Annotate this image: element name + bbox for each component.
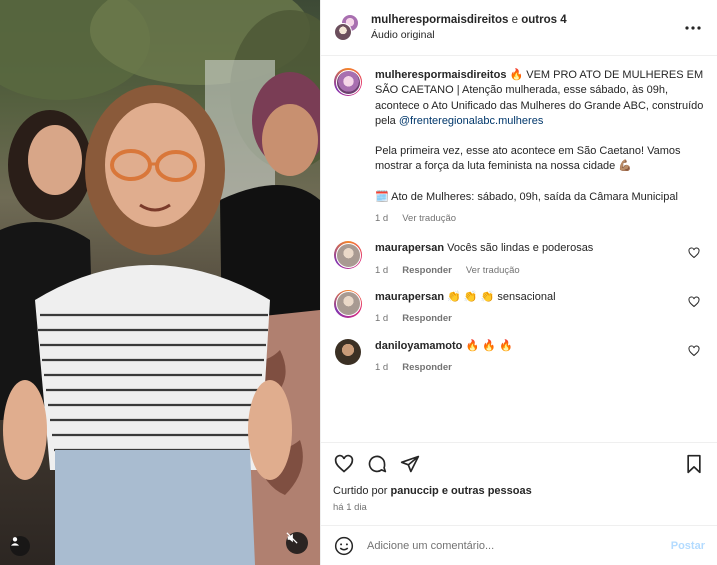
account-link[interactable]: mulherespormaisdireitos: [371, 14, 508, 26]
avatar: [335, 291, 361, 317]
heart-icon: [334, 454, 354, 473]
share-button[interactable]: [399, 453, 421, 475]
save-button[interactable]: [683, 453, 705, 475]
collab-connector: e: [511, 14, 519, 26]
caption-username[interactable]: mulherespormaisdireitos: [375, 69, 506, 81]
see-translation-link[interactable]: Ver tradução: [402, 211, 456, 226]
timestamp: 1 d: [375, 213, 389, 225]
comment-content: daniloyamamoto 🔥 🔥 🔥 1 d Responder: [375, 339, 704, 376]
comment-bubble-icon: [368, 455, 387, 473]
collab-avatars[interactable]: [334, 13, 360, 42]
avatar: [334, 22, 352, 41]
like-button[interactable]: [333, 453, 355, 475]
comment-item: daniloyamamoto 🔥 🔥 🔥 1 d Responder: [334, 338, 704, 376]
like-comment-heart-icon[interactable]: [688, 296, 700, 308]
comment-button[interactable]: [366, 453, 388, 475]
comment-item: maurapersan 👏 👏 👏 sensacional 1 d Respon…: [334, 289, 704, 327]
caption-paragraph-2: Pela primeira vez, esse ato acontece em …: [375, 145, 681, 173]
more-dots-icon: [685, 25, 701, 30]
timestamp: 1 d: [375, 313, 389, 325]
comment-text: Vocês são lindas e poderosas: [447, 242, 594, 255]
bookmark-icon: [687, 454, 701, 474]
comment-username[interactable]: maurapersan: [375, 242, 444, 254]
header-title: mulherespormaisdireitos e outros 4: [371, 14, 681, 26]
caption-content: mulherespormaisdireitos 🔥 VEM PRO ATO DE…: [375, 68, 704, 226]
comment-text: 🔥 🔥 🔥: [465, 339, 513, 352]
others-link[interactable]: outros 4: [521, 14, 566, 26]
post-date[interactable]: há 1 dia: [333, 502, 705, 513]
avatar[interactable]: [335, 338, 361, 365]
comment-input[interactable]: [367, 539, 671, 552]
like-comment-heart-icon[interactable]: [688, 345, 700, 357]
comment-meta: 1 d Responder: [375, 360, 704, 375]
reply-link[interactable]: Responder: [402, 263, 452, 278]
person-icon: [11, 537, 19, 546]
comment-meta: 1 d Responder: [375, 311, 704, 326]
more-options-button[interactable]: [681, 16, 705, 40]
likes-summary: Curtido por panuccip e outras pessoas: [333, 485, 705, 497]
mute-button[interactable]: [286, 532, 308, 554]
avatar: [335, 69, 361, 95]
comment-username[interactable]: maurapersan: [375, 291, 444, 303]
caption-meta: 1 d Ver tradução: [375, 211, 704, 226]
header-text: mulherespormaisdireitos e outros 4 Áudio…: [371, 14, 681, 41]
comments-scroll-area[interactable]: mulherespormaisdireitos 🔥 VEM PRO ATO DE…: [321, 57, 717, 441]
comment-meta: 1 d Responder Ver tradução: [375, 263, 704, 278]
caption-paragraph-3: 🗓️ Ato de Mulheres: sábado, 09h, saída d…: [375, 190, 678, 203]
video-player[interactable]: [0, 0, 320, 565]
others-likes-link[interactable]: e outras pessoas: [442, 485, 532, 497]
video-frame: [0, 0, 320, 565]
comment-content: maurapersan 👏 👏 👏 sensacional 1 d Respon…: [375, 290, 704, 327]
story-ring[interactable]: [334, 241, 362, 270]
emoji-icon[interactable]: [334, 536, 354, 556]
reply-link[interactable]: Responder: [402, 360, 452, 375]
story-ring[interactable]: [334, 289, 362, 318]
story-ring[interactable]: [334, 68, 362, 96]
likes-prefix: Curtido por: [333, 485, 388, 497]
timestamp: 1 d: [375, 361, 389, 373]
comment-text: 👏 👏 👏 sensacional: [447, 290, 556, 303]
comment-username[interactable]: daniloyamamoto: [375, 340, 462, 352]
mention-link[interactable]: @frenteregionalabc.mulheres: [399, 115, 543, 127]
caption: mulherespormaisdireitos 🔥 VEM PRO ATO DE…: [334, 68, 704, 226]
post-header: mulherespormaisdireitos e outros 4 Áudio…: [321, 0, 717, 56]
post-side-panel: mulherespormaisdireitos e outros 4 Áudio…: [320, 0, 717, 565]
speaker-muted-icon: [286, 532, 298, 544]
reply-link[interactable]: Responder: [402, 311, 452, 326]
post-comment-button[interactable]: Postar: [671, 540, 705, 552]
action-icons: [333, 453, 705, 475]
caption-text: mulherespormaisdireitos 🔥 VEM PRO ATO DE…: [375, 68, 704, 129]
paper-plane-icon: [400, 455, 420, 473]
comment-item: maurapersan Vocês são lindas e poderosas…: [334, 241, 704, 278]
liker-username[interactable]: panuccip: [390, 485, 438, 497]
post-actions: Curtido por panuccip e outras pessoas há…: [321, 442, 717, 513]
post-dialog: mulherespormaisdireitos e outros 4 Áudio…: [0, 0, 717, 565]
avatar: [335, 242, 361, 268]
timestamp: 1 d: [375, 264, 389, 276]
comment-content: maurapersan Vocês são lindas e poderosas…: [375, 241, 704, 278]
like-comment-heart-icon[interactable]: [688, 247, 700, 259]
audio-link[interactable]: Áudio original: [371, 29, 681, 41]
user-tag-button[interactable]: [10, 536, 30, 556]
add-comment-bar: Postar: [321, 525, 717, 565]
see-translation-link[interactable]: Ver tradução: [466, 263, 520, 278]
